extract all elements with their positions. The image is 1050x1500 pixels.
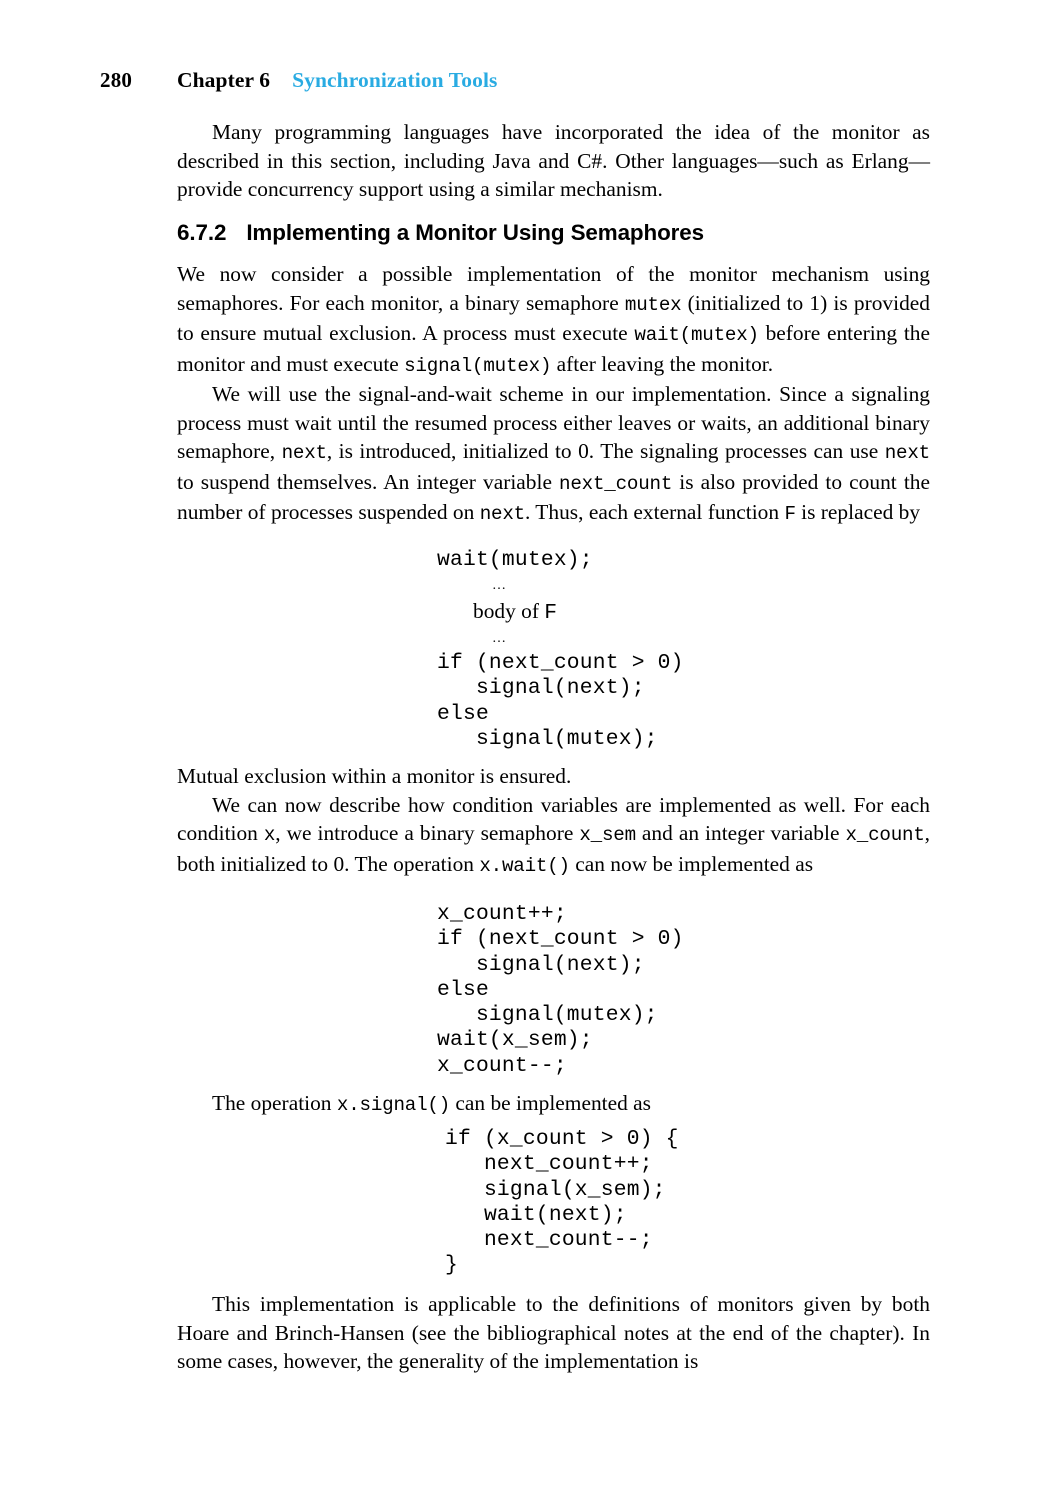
section-number: 6.7.2 (177, 220, 227, 245)
code-block-external-function: wait(mutex); … body of F … if (next_coun… (437, 548, 684, 752)
section-title: Implementing a Monitor Using Semaphores (246, 220, 704, 245)
paragraph-implementation-applicable: This implementation is applicable to the… (177, 1292, 930, 1374)
signal-and-wait-paragraph-block: We will use the signal-and-wait scheme i… (177, 380, 930, 529)
code-line: if (next_count > 0) (437, 651, 684, 676)
text-run: after leaving the monitor. (551, 351, 774, 376)
code-ellipsis: … (492, 578, 508, 594)
text-run: can be implemented as (450, 1091, 652, 1115)
inline-code-x-wait: x.wait() (479, 854, 570, 877)
paragraph-semaphore-impl: We now consider a possible implementatio… (177, 260, 930, 380)
textbook-page: 280 Chapter 6 Synchronization Tools Many… (0, 0, 1050, 1500)
paragraph-condition-variables: We can now describe how condition variab… (177, 791, 930, 881)
inline-code-next: next (479, 503, 525, 526)
code-ellipsis: … (492, 630, 508, 646)
code-line: signal(mutex); (437, 727, 658, 752)
code-lines: if (x_count > 0) { next_count++; signal(… (445, 1127, 679, 1278)
x-signal-paragraph-block: The operation x.signal() can be implemen… (177, 1089, 930, 1120)
text-run: , we introduce a binary semaphore (275, 821, 580, 846)
closing-paragraph-block: This implementation is applicable to the… (177, 1290, 930, 1376)
code-line: signal(next); (437, 676, 645, 701)
text-run: is replaced by (795, 500, 921, 525)
inline-code-x-signal: x.signal() (336, 1094, 451, 1116)
code-lines: x_count++; if (next_count > 0) signal(ne… (437, 902, 684, 1078)
text-run: , is introduced, initialized to 0. The s… (326, 439, 885, 464)
code-block-x-wait: x_count++; if (next_count > 0) signal(ne… (437, 902, 684, 1079)
text-run: can now be implemented as (569, 851, 814, 876)
text-run: The operation (212, 1091, 337, 1115)
code-line-body-of-f: body of F (437, 599, 684, 626)
inline-code-mutex: mutex (624, 293, 682, 316)
text-run: to suspend themselves. An integer variab… (177, 469, 560, 494)
inline-code-next: next (281, 442, 327, 465)
inline-code-x-sem: x_sem (579, 824, 636, 847)
inline-code-next: next (884, 442, 930, 465)
code-identifier-f: F (544, 600, 558, 625)
inline-code-wait-mutex: wait(mutex) (634, 324, 759, 347)
running-head: 280 Chapter 6 Synchronization Tools (100, 68, 950, 98)
section-heading-block: 6.7.2 Implementing a Monitor Using Semaph… (177, 220, 930, 246)
mutual-exclusion-paragraph-block: Mutual exclusion within a monitor is ens… (177, 762, 930, 880)
code-line: wait(mutex); (437, 548, 593, 572)
intro-paragraph-block: Many programming languages have incorpor… (177, 118, 930, 204)
code-line: else (437, 701, 489, 726)
paragraph-mutual-exclusion: Mutual exclusion within a monitor is ens… (177, 764, 572, 788)
inline-code-x-count: x_count (845, 824, 925, 847)
inline-code-f: F (784, 503, 796, 526)
inline-code-x: x (263, 824, 276, 847)
page-number: 280 (100, 68, 133, 92)
paragraph-x-signal: The operation x.signal() can be implemen… (177, 1089, 930, 1120)
code-block-x-signal: if (x_count > 0) { next_count++; signal(… (445, 1127, 679, 1279)
text-run: and an integer variable (635, 821, 846, 846)
paragraph-monitor-languages: Many programming languages have incorpor… (177, 120, 930, 202)
inline-code-signal-mutex: signal(mutex) (404, 354, 552, 377)
section-heading: 6.7.2 Implementing a Monitor Using Semaph… (177, 220, 930, 246)
text-run: . Thus, each external function (524, 500, 785, 525)
inline-code-next-count: next_count (559, 472, 673, 495)
paragraph-signal-and-wait: We will use the signal-and-wait scheme i… (177, 380, 930, 529)
chapter-title: Synchronization Tools (292, 68, 498, 92)
chapter-label: Chapter 6 (177, 68, 271, 92)
code-text-run: body of (473, 598, 545, 623)
semaphore-implementation-paragraph-block: We now consider a possible implementatio… (177, 260, 930, 380)
